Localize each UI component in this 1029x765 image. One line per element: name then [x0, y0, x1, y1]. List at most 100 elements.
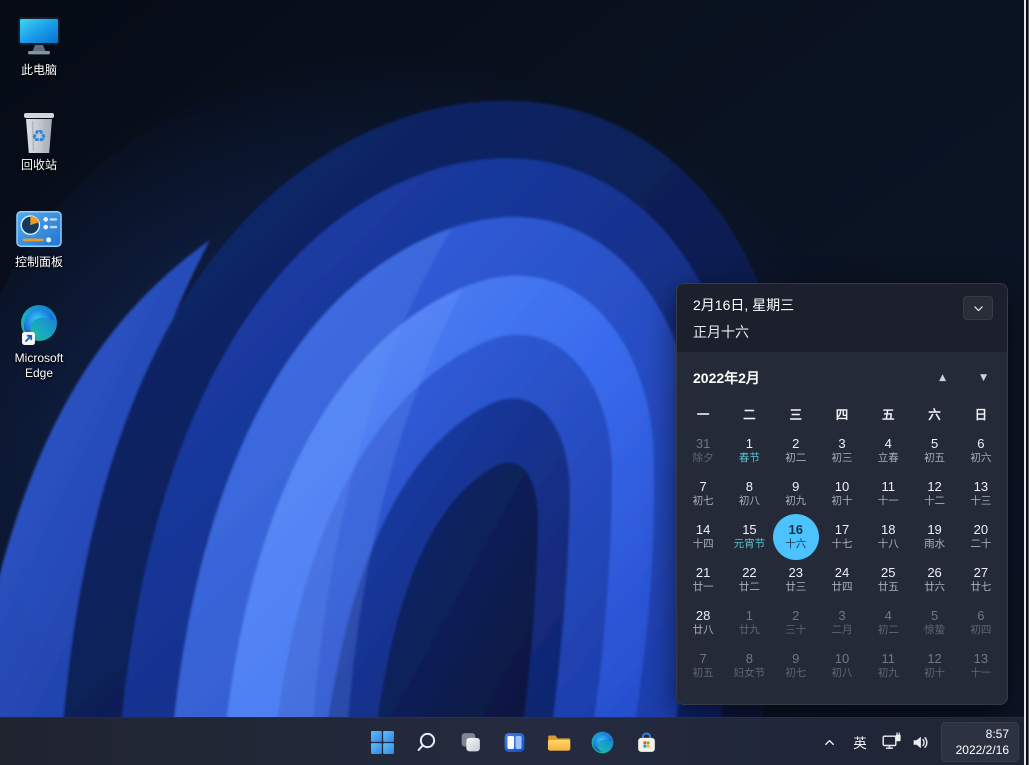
calendar-prev-month-button[interactable]: ▲: [937, 371, 948, 385]
day-lunar-label: 十三: [970, 495, 991, 508]
taskbar: 英 8:57 2022/2/16: [0, 717, 1029, 765]
calendar-month-title[interactable]: 2022年2月: [693, 368, 760, 388]
calendar-day[interactable]: 8妇女节: [726, 644, 772, 687]
calendar-day[interactable]: 14十四: [680, 515, 726, 558]
day-number: 9: [792, 480, 799, 495]
calendar-day[interactable]: 22廿二: [726, 558, 772, 601]
day-lunar-label: 元宵节: [734, 538, 766, 551]
day-lunar-label: 初二: [878, 624, 899, 637]
day-lunar-label: 廿三: [785, 581, 806, 594]
day-lunar-label: 三十: [785, 624, 806, 637]
desktop-icon-this-pc[interactable]: 此电脑: [0, 14, 78, 78]
calendar-day[interactable]: 5初五: [911, 429, 957, 472]
calendar-day[interactable]: 19雨水: [911, 515, 957, 558]
calendar-day[interactable]: 13十一: [958, 644, 1004, 687]
day-number: 24: [835, 566, 849, 581]
weekday-label: 三: [773, 404, 819, 423]
input-indicator-button[interactable]: 英: [845, 722, 875, 762]
day-number: 8: [746, 652, 753, 667]
calendar-day[interactable]: 9初七: [773, 644, 819, 687]
calendar-day[interactable]: 12十二: [911, 472, 957, 515]
calendar-lunar-date: 正月十六: [693, 322, 794, 342]
desktop-icon-label: 回收站: [21, 158, 57, 173]
desktop-icon-edge[interactable]: Microsoft Edge: [0, 302, 78, 381]
screen-edge-artifact: [1024, 0, 1029, 765]
calendar-date-title: 2月16日, 星期三: [693, 295, 794, 315]
calendar-day[interactable]: 13十三: [958, 472, 1004, 515]
calendar-day[interactable]: 11十一: [865, 472, 911, 515]
calendar-day[interactable]: 15元宵节: [726, 515, 772, 558]
widgets-button[interactable]: [495, 722, 535, 762]
day-number: 7: [700, 480, 707, 495]
search-icon: [415, 730, 439, 754]
store-button[interactable]: [627, 722, 667, 762]
calendar-flyout: 2月16日, 星期三 正月十六 2022年2月 ▲ ▼ 一二三四五六日 31除夕…: [676, 283, 1008, 705]
calendar-day[interactable]: 1春节: [726, 429, 772, 472]
calendar-day[interactable]: 4初二: [865, 601, 911, 644]
calendar-day[interactable]: 20二十: [958, 515, 1004, 558]
task-view-button[interactable]: [451, 722, 491, 762]
control-panel-icon: [16, 206, 62, 252]
day-number: 13: [974, 652, 988, 667]
start-button[interactable]: [363, 722, 403, 762]
calendar-day[interactable]: 16十六: [773, 515, 819, 558]
calendar-day[interactable]: 21廿一: [680, 558, 726, 601]
calendar-day[interactable]: 3初三: [819, 429, 865, 472]
day-lunar-label: 初五: [693, 667, 714, 680]
day-lunar-label: 十六: [785, 538, 806, 551]
calendar-day[interactable]: 6初六: [958, 429, 1004, 472]
desktop-icon-recycle-bin[interactable]: ♻ 回收站: [0, 109, 78, 173]
weekday-label: 二: [726, 404, 772, 423]
desktop-icon-control-panel[interactable]: 控制面板: [0, 206, 78, 270]
calendar-day[interactable]: 3二月: [819, 601, 865, 644]
day-number: 17: [835, 523, 849, 538]
calendar-day[interactable]: 4立春: [865, 429, 911, 472]
day-lunar-label: 廿二: [739, 581, 760, 594]
calendar-day[interactable]: 17十七: [819, 515, 865, 558]
network-volume-button[interactable]: [877, 722, 935, 762]
calendar-day[interactable]: 25廿五: [865, 558, 911, 601]
day-number: 12: [927, 480, 941, 495]
calendar-day[interactable]: 18十八: [865, 515, 911, 558]
calendar-day[interactable]: 12初十: [911, 644, 957, 687]
calendar-day[interactable]: 7初七: [680, 472, 726, 515]
windows-logo-icon: [370, 730, 395, 755]
day-number: 31: [696, 437, 710, 452]
day-number: 8: [746, 480, 753, 495]
calendar-day[interactable]: 6初四: [958, 601, 1004, 644]
calendar-day[interactable]: 7初五: [680, 644, 726, 687]
edge-icon: [590, 730, 615, 755]
day-lunar-label: 初十: [924, 667, 945, 680]
calendar-day[interactable]: 26廿六: [911, 558, 957, 601]
calendar-day[interactable]: 31除夕: [680, 429, 726, 472]
day-lunar-label: 初八: [831, 667, 852, 680]
calendar-day[interactable]: 9初九: [773, 472, 819, 515]
calendar-day[interactable]: 8初八: [726, 472, 772, 515]
weekday-label: 五: [865, 404, 911, 423]
file-explorer-button[interactable]: [539, 722, 579, 762]
day-lunar-label: 惊蛰: [924, 624, 945, 637]
calendar-day[interactable]: 23廿三: [773, 558, 819, 601]
calendar-day[interactable]: 5惊蛰: [911, 601, 957, 644]
day-number: 2: [792, 437, 799, 452]
calendar-day[interactable]: 1廿九: [726, 601, 772, 644]
calendar-day[interactable]: 10初十: [819, 472, 865, 515]
calendar-collapse-button[interactable]: [963, 296, 993, 320]
day-lunar-label: 廿八: [693, 624, 714, 637]
calendar-day[interactable]: 24廿四: [819, 558, 865, 601]
hidden-icons-button[interactable]: [815, 722, 843, 762]
calendar-day[interactable]: 28廿八: [680, 601, 726, 644]
search-button[interactable]: [407, 722, 447, 762]
weekday-label: 四: [819, 404, 865, 423]
folder-icon: [546, 729, 572, 755]
clock-button[interactable]: 8:57 2022/2/16: [941, 722, 1019, 762]
calendar-next-month-button[interactable]: ▼: [978, 371, 989, 385]
calendar-day[interactable]: 27廿七: [958, 558, 1004, 601]
calendar-day[interactable]: 11初九: [865, 644, 911, 687]
day-lunar-label: 初九: [878, 667, 899, 680]
calendar-day[interactable]: 2初二: [773, 429, 819, 472]
calendar-day[interactable]: 2三十: [773, 601, 819, 644]
edge-taskbar-button[interactable]: [583, 722, 623, 762]
day-lunar-label: 廿五: [878, 581, 899, 594]
calendar-day[interactable]: 10初八: [819, 644, 865, 687]
